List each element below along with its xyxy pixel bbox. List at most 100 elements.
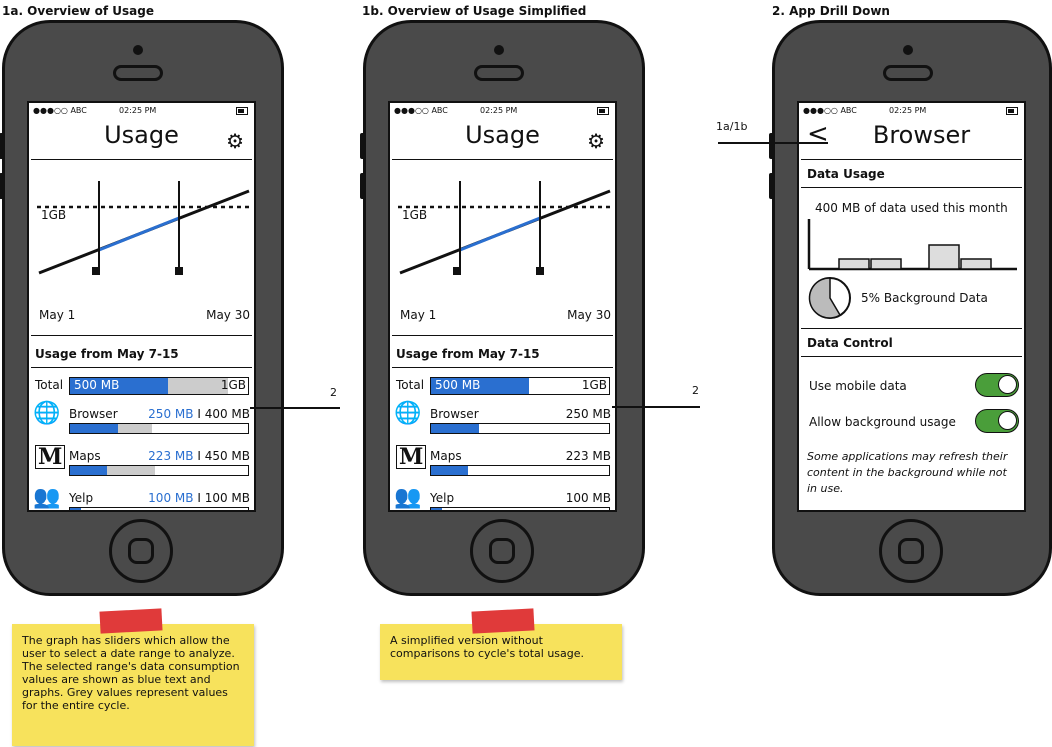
battery-icon xyxy=(597,107,609,115)
total-used-fill: 500 MB xyxy=(431,378,529,394)
volume-button xyxy=(360,133,365,159)
app-name-maps[interactable]: Maps xyxy=(430,449,462,463)
divider xyxy=(392,159,613,160)
phone-overview: ●●●○○ ABC 02:25 PM Usage ⚙ 1GB May 1 May… xyxy=(0,20,284,596)
divider xyxy=(801,159,1022,160)
signal-carrier: ●●●○○ ABC xyxy=(803,106,857,115)
app-bar-browser xyxy=(430,423,610,434)
app-usage-maps: 223 MB xyxy=(565,449,611,463)
status-time: 02:25 PM xyxy=(480,106,518,115)
page-title: Browser xyxy=(872,121,971,149)
camera xyxy=(903,45,913,55)
volume-button xyxy=(360,173,365,199)
annotation-link: 2 xyxy=(330,386,337,399)
limit-label: 1GB xyxy=(402,208,428,222)
section-header-data-usage: Data Usage xyxy=(807,167,885,181)
total-cap: 1GB xyxy=(220,378,246,392)
selected-range-line xyxy=(459,216,541,252)
selected-range-line xyxy=(98,216,180,252)
status-time: 02:25 PM xyxy=(119,106,157,115)
monthly-usage-chart xyxy=(807,219,1017,271)
app-usage-yelp: 100 MB I 100 MB xyxy=(148,491,250,505)
app-bar-maps xyxy=(69,465,249,476)
caption-drill-down: 2. App Drill Down xyxy=(772,4,890,18)
page-title: Usage xyxy=(104,121,179,149)
range-title: Usage from May 7-15 xyxy=(396,347,540,361)
total-bar: 500 MB 1GB xyxy=(69,377,249,395)
divider xyxy=(801,187,1022,188)
annotation-link: 2 xyxy=(692,384,699,397)
caption-overview: 1a. Overview of Usage xyxy=(2,4,154,18)
caption-simplified: 1b. Overview of Usage Simplified xyxy=(362,4,587,18)
home-button[interactable] xyxy=(109,519,173,583)
total-cap: 1GB xyxy=(581,378,607,392)
connector-line xyxy=(612,406,700,408)
home-button[interactable] xyxy=(470,519,534,583)
connector-line xyxy=(718,142,828,144)
app-bar-browser xyxy=(69,423,249,434)
usage-bar xyxy=(870,258,902,270)
limit-label: 1GB xyxy=(41,208,67,222)
app-name-yelp[interactable]: Yelp xyxy=(69,491,93,505)
signal-carrier: ●●●○○ ABC xyxy=(394,106,448,115)
total-bar: 500 MB 1GB xyxy=(430,377,610,395)
app-name-browser[interactable]: Browser xyxy=(69,407,118,421)
gear-icon[interactable]: ⚙ xyxy=(226,129,244,153)
start-date-label: May 1 xyxy=(400,308,437,322)
speaker xyxy=(883,65,933,81)
start-date-label: May 1 xyxy=(39,308,76,322)
app-usage-browser: 250 MB I 400 MB xyxy=(148,407,250,421)
battery-icon xyxy=(1006,107,1018,115)
divider xyxy=(801,328,1022,329)
app-name-browser[interactable]: Browser xyxy=(430,407,479,421)
speaker xyxy=(113,65,163,81)
app-name-yelp[interactable]: Yelp xyxy=(430,491,454,505)
total-label: Total xyxy=(35,378,64,392)
connector-line xyxy=(250,407,340,409)
divider xyxy=(31,159,252,160)
volume-button xyxy=(769,133,774,159)
maps-icon: M xyxy=(35,445,66,469)
start-slider-handle xyxy=(453,267,461,275)
signal-carrier: ●●●○○ ABC xyxy=(33,106,87,115)
app-usage-yelp: 100 MB xyxy=(565,491,611,505)
usage-screen: ●●●○○ ABC 02:25 PM Usage ⚙ 1GB May 1 May… xyxy=(27,101,256,512)
maps-icon: M xyxy=(396,445,427,469)
sticky-note-overview: The graph has sliders which allow the us… xyxy=(12,624,254,746)
app-name-maps[interactable]: Maps xyxy=(69,449,101,463)
background-usage-toggle[interactable] xyxy=(975,409,1019,433)
total-used-fill: 500 MB xyxy=(70,378,168,394)
usage-simplified-screen: ●●●○○ ABC 02:25 PM Usage ⚙ 1GB May 1 May… xyxy=(388,101,617,512)
toggle-label-background: Allow background usage xyxy=(809,415,956,429)
sticky-note-simplified: A simplified version without comparisons… xyxy=(380,624,622,680)
phone-drill-down: ●●●○○ ABC 02:25 PM < Browser Data Usage … xyxy=(769,20,1052,596)
tape xyxy=(99,608,163,634)
background-data-text: 5% Background Data xyxy=(861,291,988,305)
camera xyxy=(494,45,504,55)
usage-bar xyxy=(928,244,960,270)
people-icon: 👥 xyxy=(394,485,422,510)
mobile-data-toggle[interactable] xyxy=(975,373,1019,397)
end-date-label: May 30 xyxy=(206,308,250,322)
gear-icon[interactable]: ⚙ xyxy=(587,129,605,153)
toggle-label-mobile-data: Use mobile data xyxy=(809,379,907,393)
usage-graph[interactable] xyxy=(29,161,254,311)
background-note: Some applications may refresh their cont… xyxy=(807,450,1008,495)
home-button[interactable] xyxy=(879,519,943,583)
note-text: The graph has sliders which allow the us… xyxy=(22,634,240,712)
note-text: A simplified version without comparisons… xyxy=(390,634,585,660)
usage-graph[interactable] xyxy=(390,161,615,311)
browser-detail-screen: ●●●○○ ABC 02:25 PM < Browser Data Usage … xyxy=(797,101,1026,512)
app-bar-yelp xyxy=(69,507,249,510)
tape xyxy=(471,608,535,634)
status-bar: ●●●○○ ABC 02:25 PM xyxy=(29,103,254,119)
usage-bar xyxy=(960,258,992,270)
battery-icon xyxy=(236,107,248,115)
section-header-data-control: Data Control xyxy=(807,336,893,350)
end-slider-handle xyxy=(536,267,544,275)
app-usage-maps: 223 MB I 450 MB xyxy=(148,449,250,463)
volume-button xyxy=(0,133,4,159)
status-bar: ●●●○○ ABC 02:25 PM xyxy=(799,103,1024,119)
phone-simplified: ●●●○○ ABC 02:25 PM Usage ⚙ 1GB May 1 May… xyxy=(360,20,645,596)
background-pie xyxy=(808,277,851,319)
